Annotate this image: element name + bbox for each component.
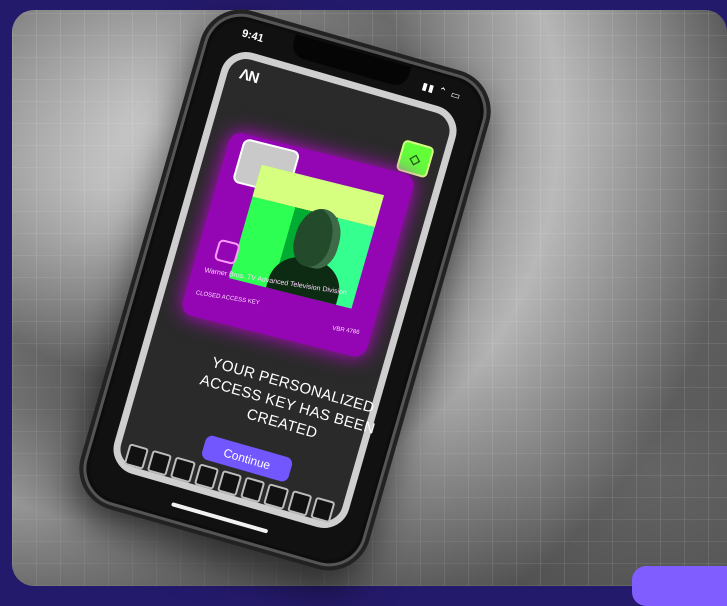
- access-card: Warner Bros. TV Advanced Television Divi…: [179, 130, 417, 360]
- status-icons: ▮▮ ⌃ ▭: [420, 81, 463, 103]
- tick-box: [286, 489, 313, 517]
- tick-box: [170, 456, 196, 484]
- tick-box: [216, 469, 243, 497]
- tick-box: [123, 443, 150, 470]
- tick-box: [146, 449, 173, 477]
- card-subtitle: CLOSED ACCESS KEY: [195, 290, 261, 307]
- status-time: 9:41: [240, 27, 265, 46]
- card-code: VBR 4786: [331, 325, 360, 336]
- tick-box: [240, 476, 266, 504]
- purple-corner: [632, 566, 727, 606]
- app-logo: ΛN: [237, 65, 261, 88]
- tick-box: [193, 463, 220, 490]
- grid-icon: ◇: [407, 149, 423, 168]
- tick-box: [263, 483, 289, 510]
- tick-box: [309, 496, 336, 524]
